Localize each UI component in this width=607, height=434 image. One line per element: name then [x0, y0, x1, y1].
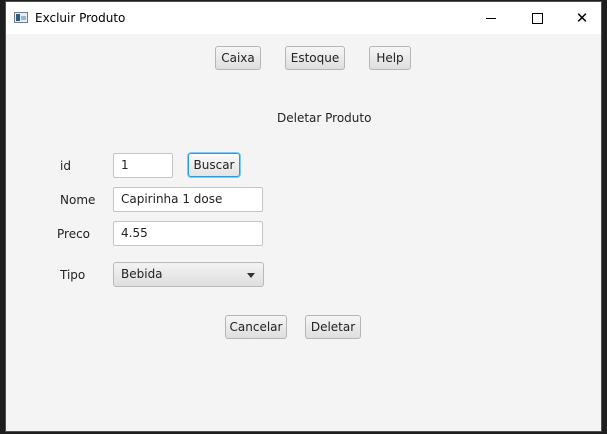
close-button[interactable]: ✕ — [559, 2, 605, 34]
id-field[interactable]: 1 — [113, 153, 173, 178]
estoque-button[interactable]: Estoque — [285, 46, 345, 70]
minimize-icon — [486, 17, 496, 19]
nome-field[interactable]: Capirinha 1 dose — [113, 187, 263, 212]
minimize-button[interactable] — [468, 2, 514, 34]
preco-field[interactable]: 4.55 — [113, 221, 263, 246]
maximize-icon — [531, 12, 543, 24]
cancel-button[interactable]: Cancelar — [225, 315, 287, 339]
id-label: id — [60, 159, 71, 173]
tipo-label: Tipo — [60, 268, 86, 282]
app-icon — [14, 12, 28, 23]
buscar-button[interactable]: Buscar — [188, 153, 240, 177]
tipo-select[interactable]: Bebida — [113, 262, 264, 287]
delete-button[interactable]: Deletar — [305, 315, 361, 339]
window-title: Excluir Produto — [35, 11, 126, 25]
caixa-button[interactable]: Caixa — [215, 46, 261, 70]
maximize-button[interactable] — [514, 2, 560, 34]
title-bar[interactable]: Excluir Produto ✕ — [6, 2, 601, 34]
preco-label: Preco — [57, 227, 91, 241]
close-icon: ✕ — [575, 8, 589, 27]
tipo-select-value: Bebida — [121, 267, 163, 281]
page-title: Deletar Produto — [277, 111, 372, 125]
help-button[interactable]: Help — [369, 46, 411, 70]
excluir-produto-window: Excluir Produto ✕ Caixa Estoque Help Del… — [5, 1, 602, 432]
nome-label: Nome — [60, 193, 96, 207]
chevron-down-icon — [247, 273, 255, 278]
